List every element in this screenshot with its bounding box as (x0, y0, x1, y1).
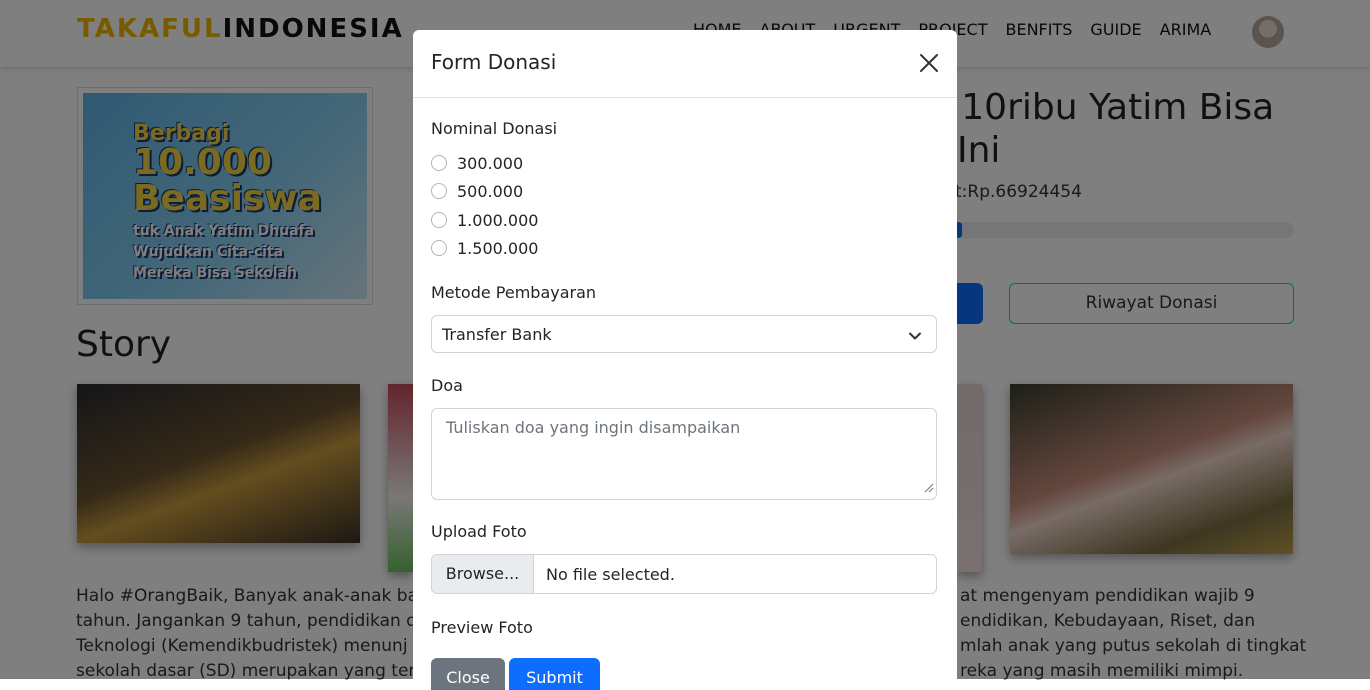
nominal-option[interactable]: 300.000 (431, 152, 523, 174)
payment-method-select[interactable]: Transfer Bank (431, 315, 937, 353)
upload-label: Upload Foto (431, 522, 527, 541)
payment-label: Metode Pembayaran (431, 283, 597, 302)
file-status: No file selected. (546, 565, 675, 584)
photo-file-input[interactable]: Browse... No file selected. (431, 554, 937, 594)
doa-placeholder: Tuliskan doa yang ingin disampaikan (446, 418, 741, 437)
browse-button[interactable]: Browse... (432, 555, 534, 593)
payment-method-value: Transfer Bank (442, 325, 552, 344)
submit-button[interactable]: Submit (509, 658, 600, 690)
nominal-label: Nominal Donasi (431, 119, 558, 138)
doa-textarea[interactable]: Tuliskan doa yang ingin disampaikan (431, 408, 937, 500)
nominal-option[interactable]: 1.500.000 (431, 237, 538, 259)
modal-header: Form Donasi (413, 30, 957, 98)
nominal-option[interactable]: 1.000.000 (431, 209, 538, 231)
close-icon[interactable] (918, 52, 940, 74)
nominal-option[interactable]: 500.000 (431, 180, 523, 202)
radio-button[interactable] (431, 155, 447, 171)
modal-title: Form Donasi (431, 50, 557, 74)
radio-button[interactable] (431, 183, 447, 199)
chevron-down-icon (908, 328, 922, 347)
radio-label[interactable]: 1.500.000 (457, 239, 538, 258)
doa-label: Doa (431, 376, 463, 395)
radio-button[interactable] (431, 240, 447, 256)
radio-button[interactable] (431, 212, 447, 228)
radio-label[interactable]: 300.000 (457, 154, 523, 173)
radio-label[interactable]: 500.000 (457, 182, 523, 201)
close-button[interactable]: Close (431, 658, 505, 690)
donation-form-modal: Form Donasi Nominal Donasi 300.000 500.0… (413, 30, 957, 690)
preview-label: Preview Foto (431, 618, 533, 637)
resize-handle-icon[interactable] (922, 478, 934, 497)
radio-label[interactable]: 1.000.000 (457, 211, 538, 230)
